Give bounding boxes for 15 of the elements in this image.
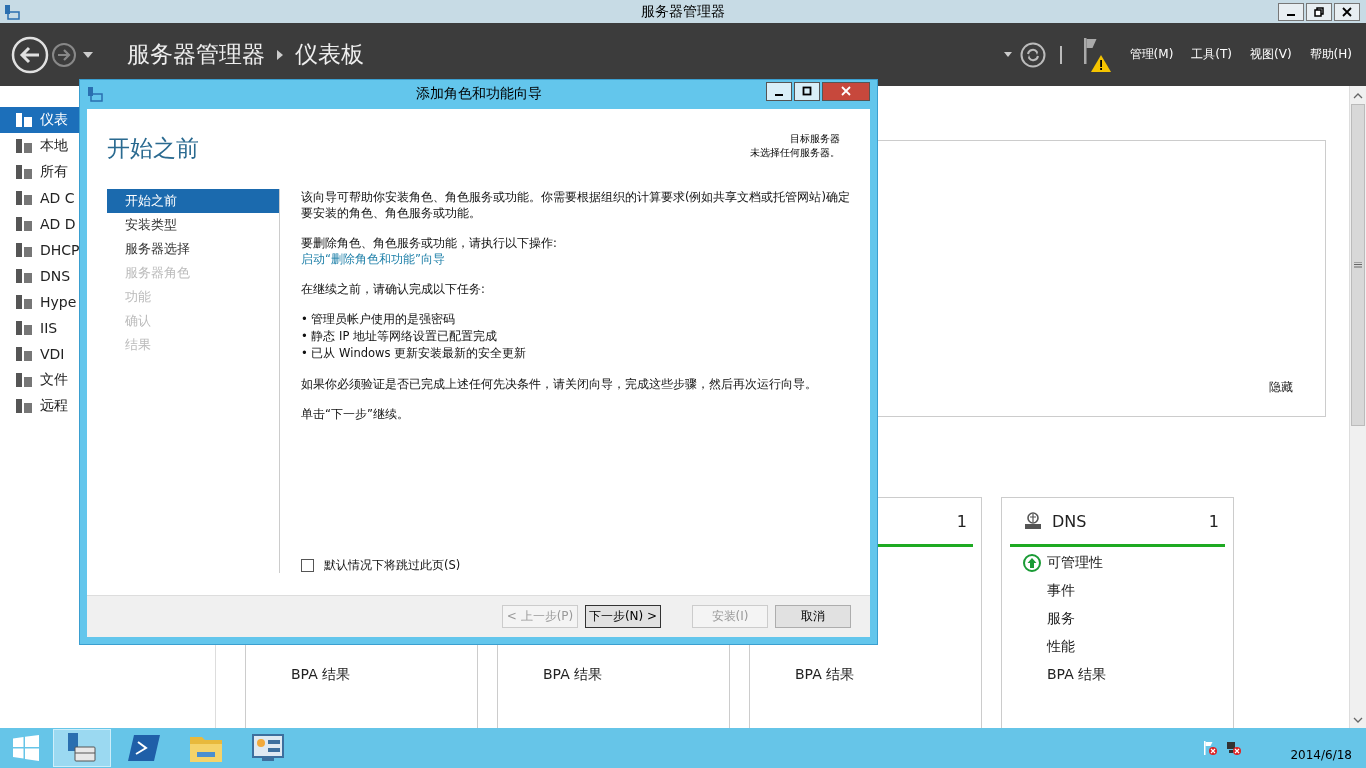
task-item: • 已从 Windows 更新安装最新的安全更新 <box>301 345 528 362</box>
dialog-title: 添加角色和功能向导 <box>415 85 542 103</box>
remove-text: 要删除角色、角色服务或功能，请执行以下操作: <box>301 235 558 251</box>
target-label: 目标服务器 <box>790 132 840 146</box>
target-value: 未选择任何服务器。 <box>750 146 840 160</box>
tile-count: 1 <box>1208 511 1219 531</box>
next-hint: 单击“下一步”继续。 <box>301 406 410 422</box>
tile-count: 1 <box>956 511 967 531</box>
page-heading: 开始之前 <box>107 134 199 163</box>
verify-text: 如果你必须验证是否已完成上述任何先决条件，请关闭向导，完成这些步骤，然后再次运行向导。 <box>301 376 818 392</box>
tasks-intro: 在继续之前，请确认完成以下任务: <box>301 281 486 297</box>
task-item: • 管理员帐户使用的是强密码 <box>301 311 457 328</box>
task-item: • 静态 IP 地址等网络设置已配置完成 <box>301 328 499 345</box>
intro-text: 该向导可帮助你安装角色、角色服务或功能。你需要根据组织的计算要求(例如共享文档或托管网站)确定要安装的角色、角色服务或功能。 <box>301 189 850 221</box>
window-title: 服务器管理器 <box>641 2 725 21</box>
